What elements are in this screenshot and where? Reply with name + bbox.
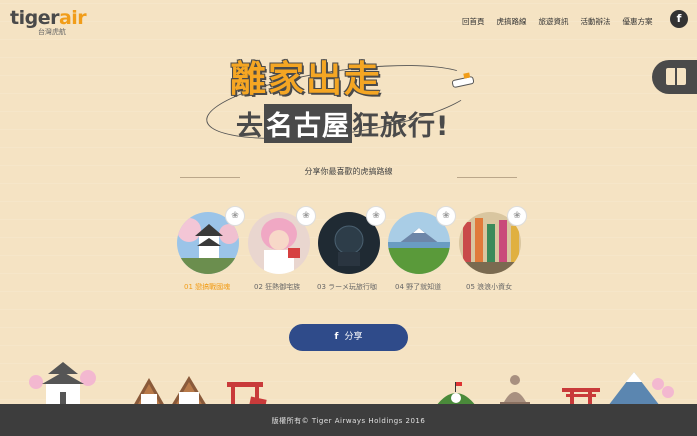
paw-badge-icon: ❀ [507, 206, 527, 226]
facebook-icon: f [334, 332, 339, 342]
title-line-1: 離家出走 [230, 59, 383, 100]
route-1-sengoku[interactable]: ❀ [177, 206, 245, 274]
paw-badge-icon: ❀ [366, 206, 386, 226]
logo-text-air: air [58, 7, 87, 29]
route-3-ramen[interactable]: ❀ [318, 206, 386, 274]
copyright-text: 版權所有© Tiger Airways Holdings 2016 [271, 417, 426, 425]
route-label-4[interactable]: 04 野了就知道 [395, 282, 441, 292]
paw-badge-icon: ❀ [225, 206, 245, 226]
hero-title: 離家出走 去名古屋狂旅行! [200, 48, 500, 153]
buddha-statue-icon [500, 375, 530, 408]
route-5-budget[interactable]: ❀ [459, 206, 527, 274]
route-label-2[interactable]: 02 狂熱御宅族 [254, 282, 300, 292]
logo-subtitle: 台灣虎航 [38, 28, 66, 36]
nav-travel-info[interactable]: 旅遊資訊 [539, 16, 569, 27]
route-label-3[interactable]: 03 ラーメ玩旅行咖 [317, 282, 377, 292]
mount-fuji-icon [608, 372, 674, 406]
title-line-2-post: 狂旅行! [352, 111, 450, 142]
share-button[interactable]: f 分享 [289, 324, 408, 351]
facebook-icon[interactable]: f [670, 10, 688, 28]
title-line-2-box: 名古屋 [264, 104, 352, 143]
title-line-2-pre: 去 [236, 111, 264, 142]
hill-ball-icon [436, 382, 476, 406]
main-nav: 回首頁 虎搞路線 旅遊資訊 活動辦法 優惠方案 [462, 16, 665, 27]
section-heading-text: 分享你最喜歡的虎搞路線 [298, 167, 399, 176]
nav-home[interactable]: 回首頁 [462, 16, 485, 27]
section-heading: 分享你最喜歡的虎搞路線 [180, 166, 517, 178]
logo-text-tiger: tiger [10, 7, 59, 29]
route-label-5[interactable]: 05 浪浪小資女 [466, 282, 512, 292]
thatched-houses-icon [133, 376, 207, 406]
castle-icon [29, 362, 96, 404]
map-book-icon [666, 68, 686, 85]
share-button-label: 分享 [344, 332, 363, 342]
tigerair-logo[interactable]: tigerair 台灣虎航 [10, 7, 87, 37]
side-guide-tab[interactable] [652, 60, 697, 94]
nav-event-rules[interactable]: 活動辦法 [581, 16, 611, 27]
nav-offers[interactable]: 優惠方案 [623, 16, 653, 27]
route-4-nature[interactable]: ❀ [388, 206, 456, 274]
nav-routes[interactable]: 虎搞路線 [497, 16, 527, 27]
paw-badge-icon: ❀ [296, 206, 316, 226]
route-label-1[interactable]: 01 戀搞戰國魂 [184, 282, 230, 292]
title-line-2: 去名古屋狂旅行! [236, 104, 449, 143]
paw-badge-icon: ❀ [436, 206, 456, 226]
route-2-otaku[interactable]: ❀ [248, 206, 316, 274]
